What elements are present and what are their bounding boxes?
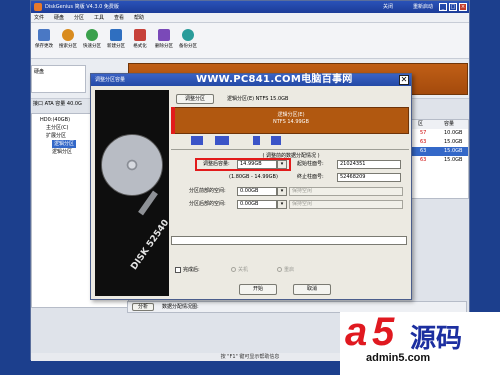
reboot-label[interactable]: 重新启动 (413, 2, 433, 12)
tree-item-logical-selected[interactable]: 逻辑分区 (52, 140, 77, 148)
delete-partition-button[interactable]: 删除分区 (153, 25, 175, 57)
start-sector-label: 起始柱面号: (297, 161, 324, 167)
tree-item-logical[interactable]: 逻辑分区 (52, 148, 72, 156)
menu-disk[interactable]: 硬盘 (54, 14, 64, 22)
backup-icon (182, 29, 194, 41)
format-icon (134, 29, 146, 41)
disk-label: 硬盘 (34, 69, 45, 75)
dialog-title-bar: 调整分区容量 WWW.PC841.COM电脑百事网 ✕ (91, 74, 411, 86)
disk-image-label: DISK 52540 (129, 218, 169, 272)
watermark-logo-text: 源码 (410, 324, 463, 354)
quick-partition-button[interactable]: 快速分区 (81, 25, 103, 57)
tree-item-primary[interactable]: 主分区(C) (46, 124, 68, 132)
resize-partition-dialog: 调整分区容量 WWW.PC841.COM电脑百事网 ✕ DISK 52540 调… (90, 73, 412, 300)
end-sector-label: 终止柱面号: (297, 174, 324, 180)
watermark-logo-5: 5 (372, 310, 395, 354)
back-space-input[interactable]: 0.00GB (237, 200, 277, 209)
data-layout-map (171, 136, 409, 148)
close-icon[interactable]: × (459, 3, 467, 11)
format-button[interactable]: 格式化 (129, 25, 151, 57)
data-block (215, 136, 229, 145)
back-space-select[interactable]: 保持空闲 (289, 200, 403, 209)
front-space-label: 分区前部的空间: (189, 188, 226, 194)
resize-handle-highlight[interactable] (171, 107, 175, 134)
data-block (253, 136, 260, 145)
cancel-button[interactable]: 取消 (293, 284, 331, 295)
search-icon (62, 29, 74, 41)
start-button[interactable]: 开始 (239, 284, 277, 295)
watermark-logo-a: a (345, 310, 368, 354)
disk-selector[interactable]: 硬盘 (31, 65, 86, 93)
analyze-tab[interactable]: 分析 (132, 303, 154, 311)
partition-bar-text: 逻辑分区(E) NTFS 14.99GB (273, 112, 309, 125)
new-partition-icon (110, 29, 122, 41)
backup-partition-button[interactable]: 备份分区 (177, 25, 199, 57)
menu-bar: 文件 硬盘 分区 工具 查看 帮助 (31, 13, 469, 23)
save-icon (38, 29, 50, 41)
size-highlight (195, 158, 291, 171)
maximize-icon[interactable]: □ (449, 3, 457, 11)
app-logo-icon (34, 3, 42, 11)
search-partition-button[interactable]: 搜索分区 (57, 25, 79, 57)
dialog-banner: WWW.PC841.COM电脑百事网 (196, 74, 353, 85)
adjust-caption: 逻辑分区(E) NTFS 15.0GB (227, 96, 289, 102)
watermark-url: admin5.com (366, 352, 431, 364)
detail-text: 数据分配情况图: (162, 304, 199, 310)
minimize-icon[interactable]: _ (439, 3, 447, 11)
front-space-select[interactable]: 保持空闲 (289, 187, 403, 196)
new-partition-button[interactable]: 新建分区 (105, 25, 127, 57)
menu-tools[interactable]: 工具 (94, 14, 104, 22)
hard-disk-image: DISK 52540 (95, 90, 169, 296)
menu-file[interactable]: 文件 (34, 14, 44, 22)
quick-partition-icon (86, 29, 98, 41)
start-sector-field[interactable]: 21024351 (337, 160, 401, 169)
dialog-title: 调整分区容量 (95, 77, 126, 83)
radio-icon (231, 267, 236, 272)
app-title: DiskGenius 简版 V4.3.0 免费版 (45, 4, 119, 10)
adjust-partition-button[interactable]: 调整分区 (176, 94, 214, 104)
data-block (271, 136, 281, 145)
size-range: (1.80GB - 14.99GB) (229, 174, 278, 180)
toolbar: 保存更改 搜索分区 快速分区 新建分区 格式化 删除分区 备份分区 (31, 23, 469, 59)
radio-icon (277, 267, 282, 272)
back-space-label: 分区后部的空间: (189, 201, 226, 207)
menu-view[interactable]: 查看 (114, 14, 124, 22)
tree-item-hd0[interactable]: HD0:(40GB) (40, 116, 70, 124)
front-space-input[interactable]: 0.00GB (237, 187, 277, 196)
end-sector-field[interactable]: 52468209 (337, 173, 401, 182)
radio-reboot[interactable]: 重启 (277, 266, 294, 275)
tree-item-extended[interactable]: 扩展分区 (46, 132, 66, 140)
disk-platter-icon (101, 134, 163, 196)
radio-shutdown[interactable]: 关机 (231, 266, 248, 275)
checkbox-icon (175, 266, 181, 273)
back-space-spin[interactable]: ▾ (277, 200, 287, 209)
shutdown-label[interactable]: 关闭 (383, 2, 393, 12)
dialog-close-button[interactable]: ✕ (399, 75, 409, 85)
after-finish-checkbox[interactable]: 完成后: (175, 266, 200, 275)
divider (171, 149, 409, 150)
data-block (191, 136, 203, 145)
front-space-spin[interactable]: ▾ (277, 187, 287, 196)
app-title-bar: DiskGenius 简版 V4.3.0 免费版 关闭 重新启动 _ □ × (31, 1, 469, 13)
menu-help[interactable]: 帮助 (134, 14, 144, 22)
delete-icon (158, 29, 170, 41)
save-changes-button[interactable]: 保存更改 (33, 25, 55, 57)
menu-partition[interactable]: 分区 (74, 14, 84, 22)
progress-bar (171, 236, 407, 245)
